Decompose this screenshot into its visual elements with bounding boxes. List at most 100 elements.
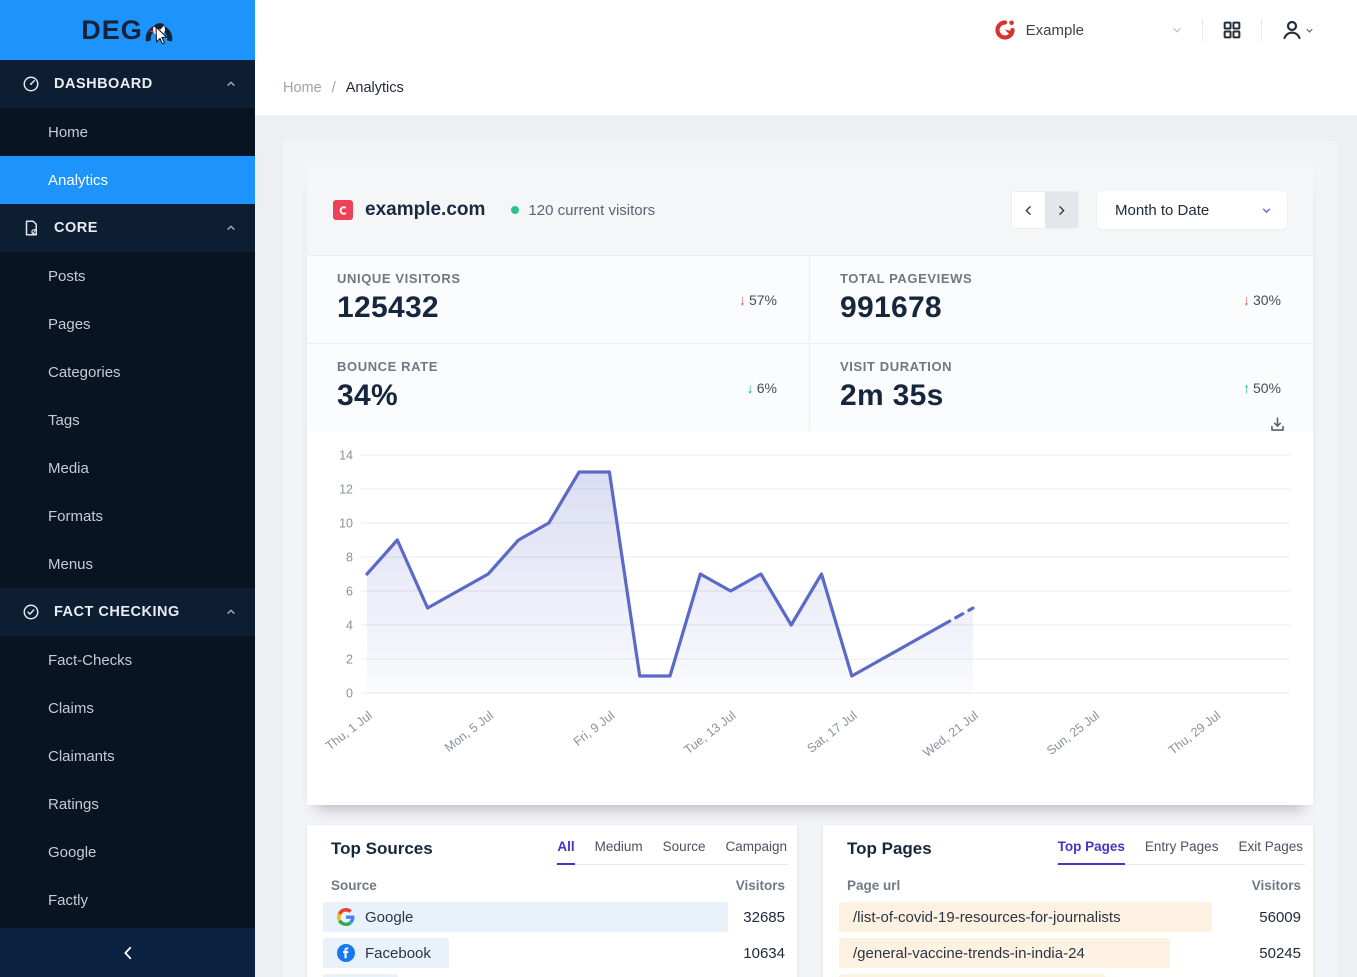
site-header: example.com 120 current visitors [307, 165, 1313, 255]
document-icon [22, 219, 40, 237]
breadcrumb-separator: / [332, 80, 336, 96]
sidebar-item-categories[interactable]: Categories [0, 348, 255, 396]
period-nav [1011, 191, 1079, 229]
stat-change: ↓57% [739, 292, 777, 308]
caret-up-icon [225, 78, 237, 90]
stat-total-pageviews: TOTAL PAGEVIEWS 991678 ↓30% [810, 255, 1313, 343]
svg-text:14: 14 [339, 449, 353, 463]
visitors-area-chart[interactable]: 02468101214Thu, 1 JulMon, 5 JulFri, 9 Ju… [315, 439, 1305, 784]
tab-exit-pages[interactable]: Exit Pages [1238, 839, 1303, 865]
row-label: Google [323, 908, 413, 926]
sidebar-item-label: Posts [48, 268, 86, 285]
svg-text:Thu, 29 Jul: Thu, 29 Jul [1166, 708, 1223, 757]
workspace-name: Example [1026, 22, 1084, 39]
mouse-cursor [155, 26, 169, 45]
dega-logo-text: DEG [81, 15, 143, 46]
svg-text:Mon, 5 Jul: Mon, 5 Jul [442, 708, 496, 755]
sidebar-item-posts[interactable]: Posts [0, 252, 255, 300]
sidebar-item-home[interactable]: Home [0, 108, 255, 156]
sidebar-item-media[interactable]: Media [0, 444, 255, 492]
row-visitors-value: 32685 [743, 909, 789, 926]
table-row-facebook[interactable]: Facebook10634 [323, 938, 789, 968]
tab-campaign[interactable]: Campaign [725, 839, 787, 865]
table-row-google[interactable]: Google 32685 [323, 902, 789, 932]
sidebar-item-tags[interactable]: Tags [0, 396, 255, 444]
sidebar-collapse-button[interactable] [0, 928, 255, 977]
sidebar-item-label: Categories [48, 364, 121, 381]
sidebar-item-label: Pages [48, 316, 91, 333]
sidebar-item-menus[interactable]: Menus [0, 540, 255, 588]
breadcrumb-current: Analytics [346, 80, 404, 96]
top-sources-tabs: All Medium Source Campaign [555, 839, 789, 865]
chevron-right-icon [1055, 204, 1068, 217]
live-indicator-dot [511, 206, 519, 214]
topbar-divider [1202, 19, 1203, 41]
stat-bounce-rate: BOUNCE RATE 34% ↓6% [307, 343, 810, 431]
tab-medium[interactable]: Medium [595, 839, 643, 865]
stat-label: VISIT DURATION [840, 359, 1283, 374]
analytics-panel: example.com 120 current visitors [283, 141, 1337, 977]
sidebar-section-label: CORE [54, 220, 98, 236]
sidebar-item-analytics[interactable]: Analytics [0, 156, 255, 204]
row-label-text: /general-vaccine-trends-in-india-24 [853, 945, 1085, 962]
tab-all[interactable]: All [557, 839, 574, 865]
workspace-selector[interactable]: Example [993, 18, 1184, 42]
tab-entry-pages[interactable]: Entry Pages [1145, 839, 1219, 865]
top-sources-title: Top Sources [323, 839, 433, 865]
sidebar-item-label: Claimants [48, 748, 115, 765]
svg-text:Sat, 17 Jul: Sat, 17 Jul [804, 708, 859, 755]
apps-grid-button[interactable] [1221, 19, 1243, 41]
sidebar-section-core[interactable]: CORE [0, 204, 255, 252]
row-visitors-value: 56009 [1259, 909, 1305, 926]
table-row--general-vaccine-trends-in-india-24[interactable]: /general-vaccine-trends-in-india-24 50245 [839, 938, 1305, 968]
user-menu-button[interactable] [1280, 18, 1315, 42]
table-row--list-of-covid-19-resources-for-journalists[interactable]: /list-of-covid-19-resources-for-journali… [839, 902, 1305, 932]
sidebar-item-formats[interactable]: Formats [0, 492, 255, 540]
svg-text:12: 12 [339, 483, 353, 497]
row-label-text: Google [365, 909, 413, 926]
svg-text:10: 10 [339, 517, 353, 531]
tab-top-pages[interactable]: Top Pages [1058, 839, 1125, 865]
trend-arrow-icon: ↓ [1243, 292, 1250, 308]
caret-up-icon [225, 606, 237, 618]
stat-value: 991678 [840, 291, 1283, 325]
previous-period-button[interactable] [1012, 192, 1045, 228]
sidebar-item-ratings[interactable]: Ratings [0, 780, 255, 828]
period-select-value: Month to Date [1115, 202, 1209, 219]
chevron-left-icon [119, 944, 137, 962]
check-circle-icon [22, 603, 40, 621]
download-chart-button[interactable] [1268, 415, 1287, 434]
svg-text:4: 4 [346, 619, 353, 633]
sidebar-item-fact-checks[interactable]: Fact-Checks [0, 636, 255, 684]
sidebar-item-label: Menus [48, 556, 93, 573]
sidebar-item-label: Tags [48, 412, 80, 429]
sidebar-section-dashboard[interactable]: DASHBOARD [0, 60, 255, 108]
sidebar-item-label: Fact-Checks [48, 652, 132, 669]
sidebar-item-factly[interactable]: Factly [0, 876, 255, 924]
tab-source[interactable]: Source [663, 839, 706, 865]
row-label: /general-vaccine-trends-in-india-24 [839, 945, 1085, 962]
chevron-down-icon [1304, 25, 1315, 36]
next-period-button[interactable] [1045, 192, 1078, 228]
svg-text:Thu, 1 Jul: Thu, 1 Jul [323, 708, 375, 753]
period-select[interactable]: Month to Date [1097, 191, 1287, 229]
sidebar-item-google[interactable]: Google [0, 828, 255, 876]
stat-change: ↓30% [1243, 292, 1281, 308]
svg-text:2: 2 [346, 653, 353, 667]
column-header: Page url [847, 878, 900, 893]
sidebar-item-claimants[interactable]: Claimants [0, 732, 255, 780]
breadcrumb-home-link[interactable]: Home [283, 80, 322, 96]
user-icon [1280, 18, 1304, 42]
row-visitors-value: 50245 [1259, 945, 1305, 962]
workspace-logo-icon [993, 18, 1017, 42]
app-logo[interactable]: DEG [0, 0, 255, 60]
svg-text:0: 0 [346, 687, 353, 701]
sidebar-item-pages[interactable]: Pages [0, 300, 255, 348]
sidebar-item-label: Home [48, 124, 88, 141]
sidebar-item-claims[interactable]: Claims [0, 684, 255, 732]
stat-change: ↑50% [1243, 380, 1281, 396]
sidebar-item-label: Analytics [48, 172, 108, 189]
topbar: Example [255, 0, 1357, 60]
breadcrumb: Home / Analytics [255, 60, 1357, 115]
sidebar-section-fact-checking[interactable]: FACT CHECKING [0, 588, 255, 636]
